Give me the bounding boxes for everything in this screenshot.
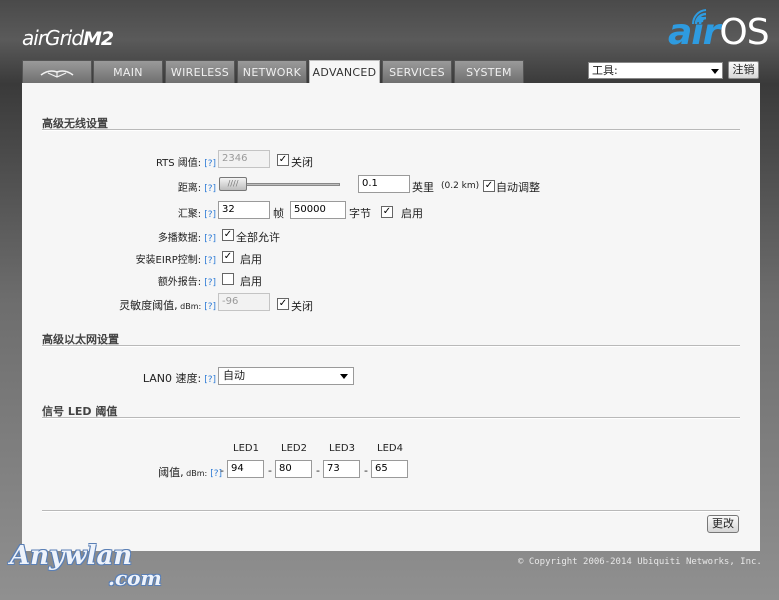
- lan0-help-link[interactable]: [?]: [204, 375, 216, 385]
- distance-auto-checkbox[interactable]: ✓: [483, 180, 495, 192]
- led-threshold-label: 阈值, dBm: [?]: [158, 464, 222, 480]
- airgrid-logo-model: M2: [83, 28, 114, 50]
- led2-input[interactable]: 80: [275, 460, 312, 478]
- led4-header: LED4: [377, 443, 403, 454]
- rts-off-label: 关闭: [291, 156, 313, 169]
- led2-header: LED2: [281, 443, 307, 454]
- multicast-allow-label: 全部允许: [236, 231, 280, 244]
- eirp-label: 安装EIRP控制: [?]: [136, 251, 216, 266]
- multicast-label-text: 多播数据:: [157, 233, 202, 244]
- airgrid-logo: airGridM2: [22, 26, 114, 50]
- eirp-enable-label: 启用: [240, 253, 262, 266]
- extra-report-help-link[interactable]: [?]: [204, 278, 216, 288]
- tools-select-value: 工具:: [592, 64, 618, 77]
- aggregation-enable-checkbox[interactable]: ✓: [381, 206, 393, 218]
- distance-auto-label: 自动调整: [496, 181, 540, 194]
- sensitivity-off-checkbox[interactable]: ✓: [277, 298, 289, 310]
- aggregation-bytes-unit: 字节: [349, 207, 371, 220]
- extra-report-enable-label: 启用: [240, 275, 262, 288]
- extra-report-checkbox[interactable]: [222, 273, 234, 285]
- tools-select[interactable]: 工具:: [588, 62, 723, 79]
- led3-sign: -: [316, 464, 320, 477]
- distance-input[interactable]: 0.1: [358, 175, 410, 193]
- sensitivity-off-label: 关闭: [291, 300, 313, 313]
- rts-off-checkbox[interactable]: ✓: [277, 154, 289, 166]
- tab-system[interactable]: SYSTEM: [454, 60, 524, 84]
- section-divider: [42, 417, 740, 419]
- section-divider: [42, 345, 740, 347]
- airos-logo: airOS: [668, 12, 770, 53]
- distance-unit: 英里: [412, 181, 434, 194]
- sensitivity-help-link[interactable]: [?]: [204, 302, 216, 312]
- tab-main[interactable]: MAIN: [93, 60, 163, 84]
- sensitivity-label-unit: dBm:: [177, 302, 202, 311]
- rts-threshold-label: RTS 阈值: [?]: [156, 154, 216, 169]
- rts-threshold-input[interactable]: 2346: [218, 150, 270, 168]
- aggregation-bytes-input[interactable]: 50000: [290, 201, 346, 219]
- distance-slider-thumb[interactable]: ////: [219, 177, 247, 191]
- rts-threshold-label-text: RTS 阈值:: [155, 158, 202, 169]
- lan0-speed-label-text: LAN0 速度:: [142, 372, 202, 385]
- multicast-allow-checkbox[interactable]: ✓: [222, 229, 234, 241]
- tab-advanced[interactable]: ADVANCED: [309, 60, 380, 85]
- eirp-help-link[interactable]: [?]: [204, 256, 216, 266]
- multicast-help-link[interactable]: [?]: [204, 234, 216, 244]
- eirp-label-text: 安装EIRP控制:: [135, 255, 202, 266]
- distance-label-text: 距离:: [177, 183, 202, 194]
- tab-services[interactable]: SERVICES: [382, 60, 452, 84]
- led1-input[interactable]: 94: [227, 460, 264, 478]
- tab-wireless[interactable]: WIRELESS: [165, 60, 235, 84]
- led3-header: LED3: [329, 443, 355, 454]
- copyright-text: © Copyright 2006-2014 Ubiquiti Networks,…: [518, 557, 762, 567]
- sensitivity-label-text: 灵敏度阈值,: [119, 299, 178, 312]
- lan0-speed-value: 自动: [223, 369, 245, 382]
- distance-km: (0.2 km): [441, 181, 480, 191]
- distance-help-link[interactable]: [?]: [204, 184, 216, 194]
- led4-input[interactable]: 65: [371, 460, 408, 478]
- section-divider: [42, 129, 740, 131]
- aggregation-label-text: 汇聚:: [177, 209, 202, 220]
- sensitivity-label: 灵敏度阈值, dBm: [?]: [119, 297, 216, 313]
- lan0-speed-label: LAN0 速度: [?]: [143, 370, 216, 386]
- airos-logo-air: air: [668, 12, 720, 53]
- chevron-down-icon: [340, 374, 348, 379]
- distance-label: 距离: [?]: [178, 179, 216, 194]
- logout-button[interactable]: 注销: [728, 61, 759, 79]
- extra-report-label: 额外报告: [?]: [158, 273, 216, 288]
- led3-input[interactable]: 73: [323, 460, 360, 478]
- aggregation-label: 汇聚: [?]: [178, 205, 216, 220]
- aggregation-help-link[interactable]: [?]: [204, 210, 216, 220]
- tab-network[interactable]: NETWORK: [237, 60, 307, 84]
- lan0-speed-select[interactable]: 自动: [218, 367, 354, 385]
- ubiquiti-logo-icon: [40, 70, 74, 78]
- sensitivity-input[interactable]: -96: [218, 293, 270, 311]
- airgrid-logo-prefix: airGrid: [22, 26, 84, 50]
- rts-help-link[interactable]: [?]: [204, 159, 216, 169]
- multicast-label: 多播数据: [?]: [158, 229, 216, 244]
- footer-divider: [42, 510, 740, 512]
- led4-sign: -: [364, 464, 368, 477]
- airos-logo-os: OS: [719, 12, 769, 53]
- aggregation-enable-label: 启用: [401, 207, 423, 220]
- extra-report-label-text: 额外报告:: [157, 277, 202, 288]
- aggregation-frames-unit: 帧: [273, 207, 284, 220]
- led2-sign: -: [268, 464, 272, 477]
- aggregation-frames-input[interactable]: 32: [218, 201, 270, 219]
- led1-sign: -: [220, 464, 224, 477]
- advanced-settings-panel: 高级无线设置 RTS 阈值: [?] 2346 ✓ 关闭 距离: [?] //// …: [22, 83, 760, 551]
- led-threshold-label-text: 阈值,: [158, 466, 184, 479]
- save-button[interactable]: 更改: [707, 515, 739, 533]
- eirp-enable-checkbox[interactable]: ✓: [222, 251, 234, 263]
- chevron-down-icon: [711, 69, 719, 74]
- anywlan-watermark: Anywlan .com: [10, 543, 162, 589]
- led1-header: LED1: [233, 443, 259, 454]
- tab-ubiquiti-logo[interactable]: [22, 60, 92, 84]
- led-threshold-label-unit: dBm:: [183, 469, 208, 478]
